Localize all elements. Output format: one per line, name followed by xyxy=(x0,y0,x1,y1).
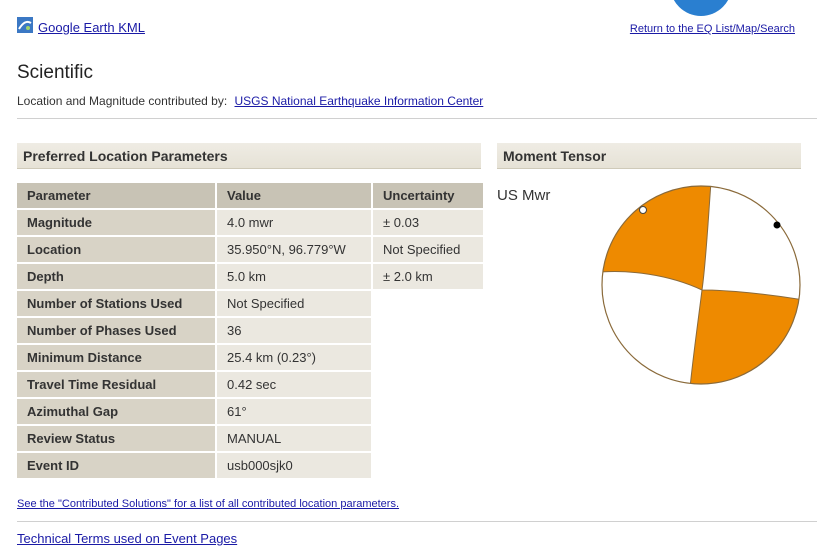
technical-terms-link[interactable]: Technical Terms used on Event Pages xyxy=(17,531,237,546)
location-parameters-table: Parameter Value Uncertainty Magnitude 4.0… xyxy=(15,181,485,480)
parameter-label: Number of Phases Used xyxy=(17,318,215,343)
parameter-label: Number of Stations Used xyxy=(17,291,215,316)
divider-bottom xyxy=(17,521,817,522)
parameter-uncertainty: ± 0.03 xyxy=(373,210,483,235)
column-header-uncertainty: Uncertainty xyxy=(373,183,483,208)
focal-mechanism-beachball[interactable] xyxy=(598,182,804,388)
parameter-value: 0.42 sec xyxy=(217,372,371,397)
table-row: Azimuthal Gap 61° xyxy=(17,399,483,424)
preferred-location-header: Preferred Location Parameters xyxy=(17,143,481,169)
table-row: Review Status MANUAL xyxy=(17,426,483,451)
contributed-solutions-link[interactable]: See the "Contributed Solutions" for a li… xyxy=(17,498,399,510)
p-axis-marker xyxy=(773,221,781,229)
moment-tensor-label: US Mwr xyxy=(497,187,551,204)
table-row: Travel Time Residual 0.42 sec xyxy=(17,372,483,397)
parameter-label: Minimum Distance xyxy=(17,345,215,370)
parameter-value: 5.0 km xyxy=(217,264,371,289)
parameter-label: Travel Time Residual xyxy=(17,372,215,397)
parameter-value: 36 xyxy=(217,318,371,343)
table-row: Event ID usb000sjk0 xyxy=(17,453,483,478)
globe-logo xyxy=(670,0,732,16)
empty-cell xyxy=(373,453,483,478)
parameter-value: 4.0 mwr xyxy=(217,210,371,235)
empty-cell xyxy=(373,372,483,397)
divider xyxy=(17,118,817,119)
column-header-parameter: Parameter xyxy=(17,183,215,208)
parameter-label: Review Status xyxy=(17,426,215,451)
table-row: Location 35.950°N, 96.779°W Not Specified xyxy=(17,237,483,262)
parameter-value: 35.950°N, 96.779°W xyxy=(217,237,371,262)
empty-cell xyxy=(373,399,483,424)
google-earth-kml-link[interactable]: Google Earth KML xyxy=(38,20,145,35)
moment-tensor-header: Moment Tensor xyxy=(497,143,801,169)
parameter-uncertainty: Not Specified xyxy=(373,237,483,262)
parameter-label: Location xyxy=(17,237,215,262)
parameter-label: Event ID xyxy=(17,453,215,478)
table-header-row: Parameter Value Uncertainty xyxy=(17,183,483,208)
column-header-value: Value xyxy=(217,183,371,208)
empty-cell xyxy=(373,345,483,370)
return-to-list-link[interactable]: Return to the EQ List/Map/Search xyxy=(630,23,795,35)
table-row: Magnitude 4.0 mwr ± 0.03 xyxy=(17,210,483,235)
parameter-value: MANUAL xyxy=(217,426,371,451)
table-row: Depth 5.0 km ± 2.0 km xyxy=(17,264,483,289)
parameter-label: Magnitude xyxy=(17,210,215,235)
parameter-label: Depth xyxy=(17,264,215,289)
parameter-label: Azimuthal Gap xyxy=(17,399,215,424)
contributor-line: Location and Magnitude contributed by: U… xyxy=(17,94,483,108)
t-axis-marker xyxy=(639,206,647,214)
parameter-value: usb000sjk0 xyxy=(217,453,371,478)
contributor-link[interactable]: USGS National Earthquake Information Cen… xyxy=(235,94,484,108)
table-row: Number of Stations Used Not Specified xyxy=(17,291,483,316)
table-row: Minimum Distance 25.4 km (0.23°) xyxy=(17,345,483,370)
parameter-value: 61° xyxy=(217,399,371,424)
parameter-value: 25.4 km (0.23°) xyxy=(217,345,371,370)
google-earth-icon[interactable] xyxy=(17,17,33,33)
empty-cell xyxy=(373,291,483,316)
empty-cell xyxy=(373,426,483,451)
parameter-value: Not Specified xyxy=(217,291,371,316)
empty-cell xyxy=(373,318,483,343)
parameter-uncertainty: ± 2.0 km xyxy=(373,264,483,289)
contributor-prefix: Location and Magnitude contributed by: xyxy=(17,94,228,108)
table-row: Number of Phases Used 36 xyxy=(17,318,483,343)
page-title: Scientific xyxy=(17,62,94,83)
